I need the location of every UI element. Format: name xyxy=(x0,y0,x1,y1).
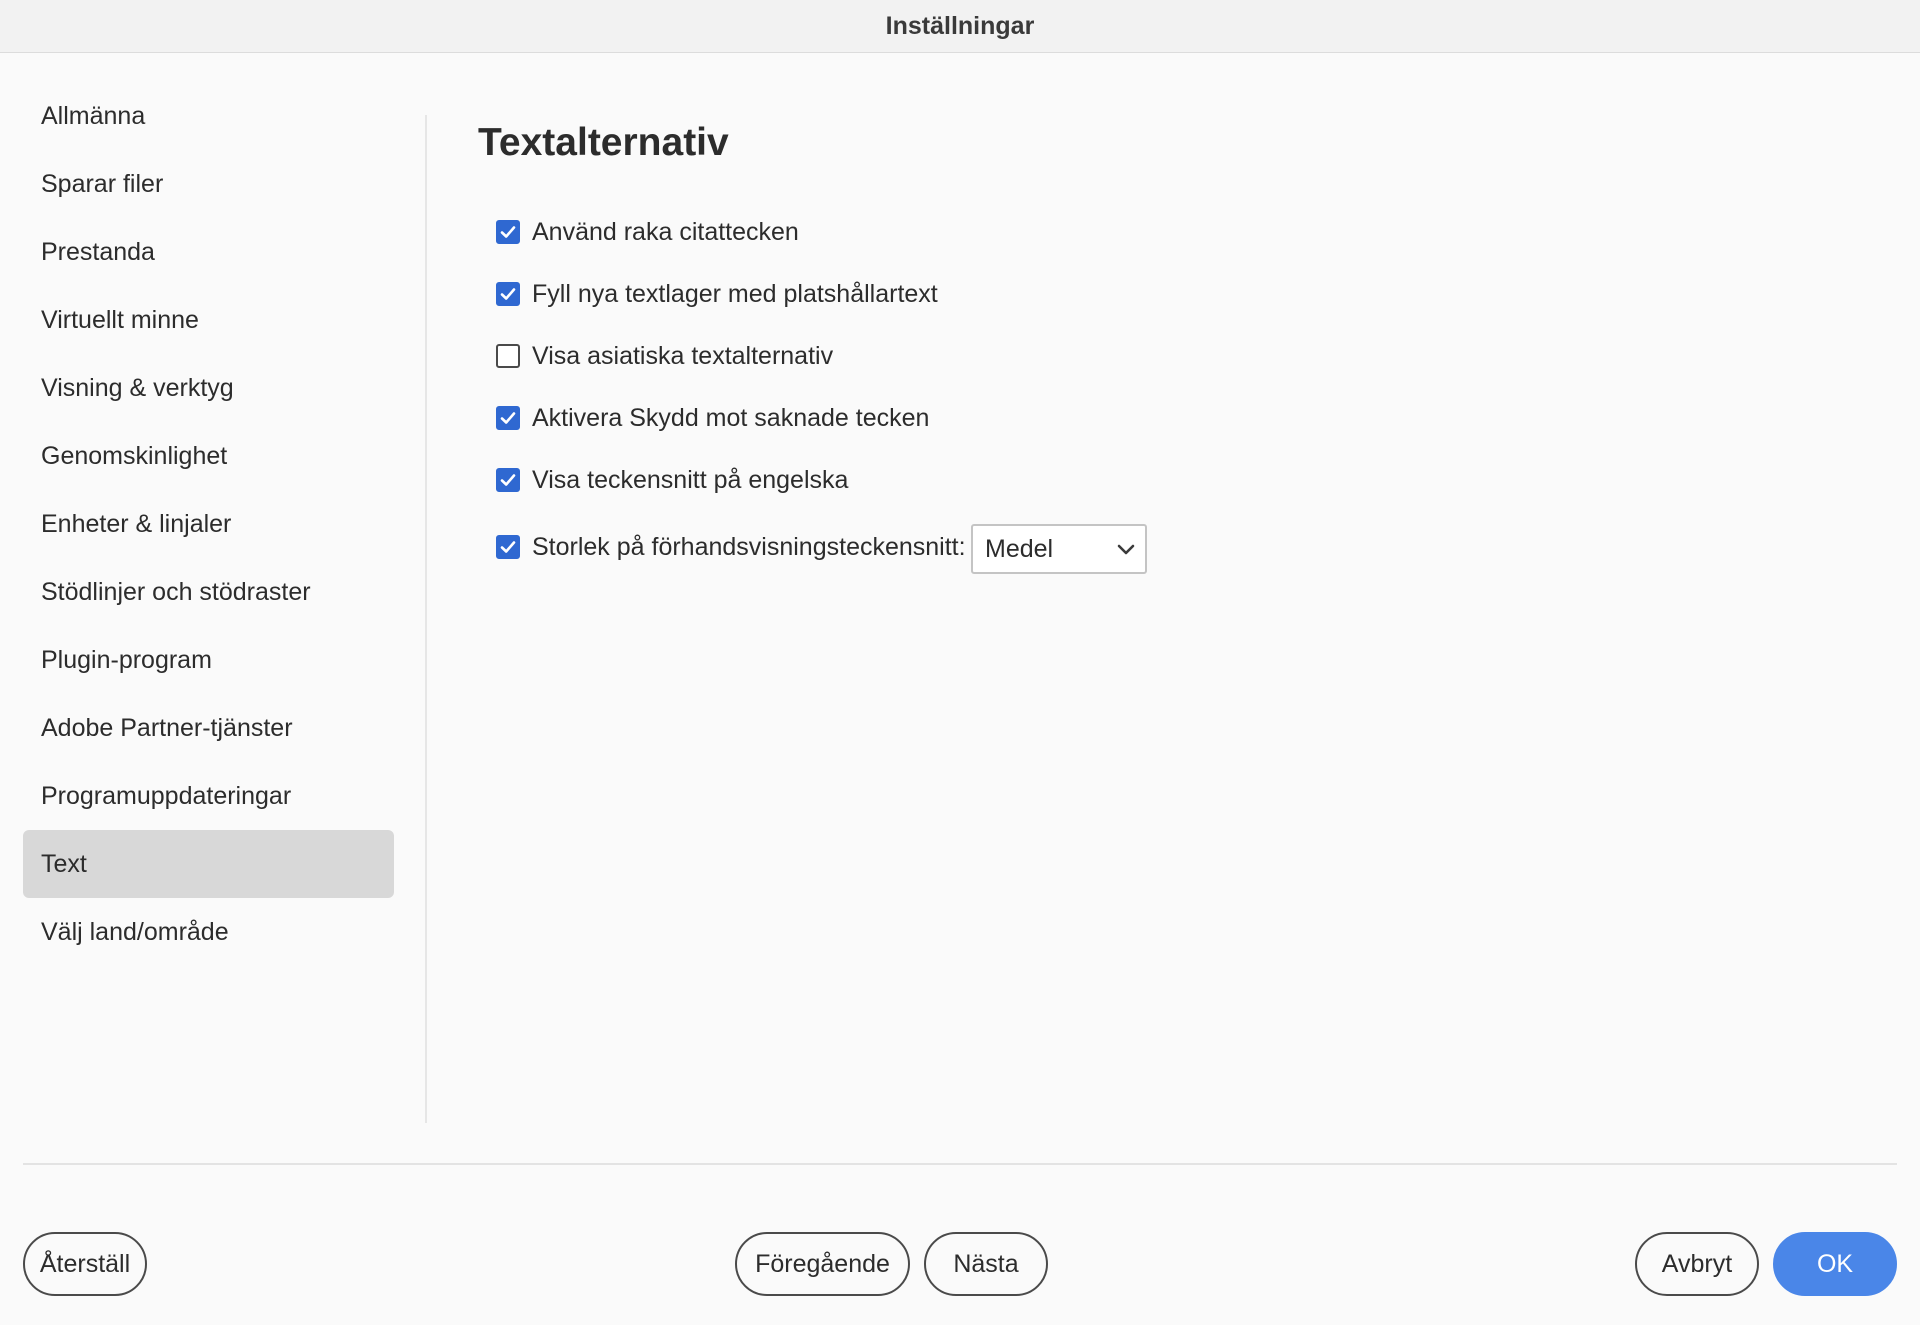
ok-button[interactable]: OK xyxy=(1773,1232,1897,1296)
option-forhandsvisning-storlek: Storlek på förhandsvisningsteckensnitt: … xyxy=(496,524,1147,574)
option-label: Fyll nya textlager med platshållartext xyxy=(532,279,938,308)
checkbox-platshallartext[interactable] xyxy=(496,282,520,306)
sidebar-item-sparar-filer[interactable]: Sparar filer xyxy=(23,150,394,218)
chevron-down-icon xyxy=(1117,544,1135,555)
section-title: Textalternativ xyxy=(478,121,729,164)
sidebar-item-genomskinlighet[interactable]: Genomskinlighet xyxy=(23,422,394,490)
sidebar-item-prestanda[interactable]: Prestanda xyxy=(23,218,394,286)
checkmark-icon xyxy=(500,288,516,300)
sidebar-item-visning-verktyg[interactable]: Visning & verktyg xyxy=(23,354,394,422)
window-title: Inställningar xyxy=(885,11,1035,40)
checkmark-icon xyxy=(500,412,516,424)
sidebar: Allmänna Sparar filer Prestanda Virtuell… xyxy=(23,82,394,966)
title-bar: Inställningar xyxy=(0,0,1920,53)
checkbox-teckensnitt-engelska[interactable] xyxy=(496,468,520,492)
checkmark-icon xyxy=(500,226,516,238)
sidebar-item-programuppdateringar[interactable]: Programuppdateringar xyxy=(23,762,394,830)
option-asiatiska: Visa asiatiska textalternativ xyxy=(496,336,833,376)
checkbox-rak-citattecken[interactable] xyxy=(496,220,520,244)
option-skydd-saknade-tecken: Aktivera Skydd mot saknade tecken xyxy=(496,398,929,438)
main-panel: Textalternativ Använd raka citattecken F… xyxy=(478,110,1147,574)
option-teckensnitt-engelska: Visa teckensnitt på engelska xyxy=(496,460,848,500)
option-label: Aktivera Skydd mot saknade tecken xyxy=(532,403,930,432)
reset-button[interactable]: Återställ xyxy=(23,1232,147,1296)
sidebar-item-allmanna[interactable]: Allmänna xyxy=(23,82,394,150)
sidebar-item-stodlinjer[interactable]: Stödlinjer och stödraster xyxy=(23,558,394,626)
sidebar-item-valj-land[interactable]: Välj land/område xyxy=(23,898,394,966)
checkbox-skydd-saknade-tecken[interactable] xyxy=(496,406,520,430)
sidebar-item-adobe-partner[interactable]: Adobe Partner-tjänster xyxy=(23,694,394,762)
checkbox-forhandsvisning-storlek[interactable] xyxy=(496,535,520,559)
preview-size-value: Medel xyxy=(985,534,1054,563)
sidebar-divider xyxy=(425,115,427,1123)
sidebar-item-plugin-program[interactable]: Plugin-program xyxy=(23,626,394,694)
sidebar-item-text[interactable]: Text xyxy=(23,830,394,898)
sidebar-item-enheter-linjaler[interactable]: Enheter & linjaler xyxy=(23,490,394,558)
footer-divider xyxy=(23,1163,1897,1165)
option-label: Använd raka citattecken xyxy=(532,217,799,246)
checkmark-icon xyxy=(500,541,516,553)
next-button[interactable]: Nästa xyxy=(924,1232,1048,1296)
preferences-window: Inställningar Allmänna Sparar filer Pres… xyxy=(0,0,1920,1325)
cancel-button[interactable]: Avbryt xyxy=(1635,1232,1759,1296)
option-label: Visa teckensnitt på engelska xyxy=(532,465,849,494)
previous-button[interactable]: Föregående xyxy=(735,1232,910,1296)
checkbox-asiatiska[interactable] xyxy=(496,344,520,368)
sidebar-item-virtuellt-minne[interactable]: Virtuellt minne xyxy=(23,286,394,354)
option-rak-citattecken: Använd raka citattecken xyxy=(496,212,799,252)
preview-size-select[interactable]: Medel xyxy=(971,524,1147,574)
option-label: Visa asiatiska textalternativ xyxy=(532,341,834,370)
option-platshallartext: Fyll nya textlager med platshållartext xyxy=(496,274,938,314)
checkmark-icon xyxy=(500,474,516,486)
option-label: Storlek på förhandsvisningsteckensnitt: xyxy=(532,532,966,561)
